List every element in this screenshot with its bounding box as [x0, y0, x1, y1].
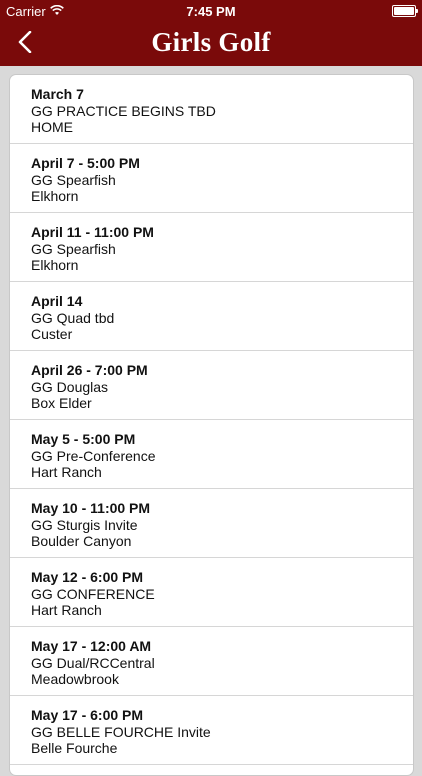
event-name: GG Douglas: [31, 378, 109, 395]
event-location: Box Elder: [31, 395, 92, 411]
event-date: May 10 - 11:00 PM: [31, 500, 151, 516]
event-date: May 17 - 6:00 PM: [31, 707, 144, 723]
list-item[interactable]: March 7 GG PRACTICE BEGINS TBD HOME: [10, 75, 413, 144]
event-name: GG Quad tbd: [31, 309, 115, 326]
navigation-bar: Girls Golf: [0, 22, 422, 66]
event-name: GG Pre-Conference: [31, 447, 156, 464]
event-name: GG PRACTICE BEGINS TBD: [31, 102, 216, 119]
list-item[interactable]: April 11 - 11:00 PM GG Spearfish Elkhorn: [10, 213, 413, 282]
list-item[interactable]: May 17 - 6:00 PM GG BELLE FOURCHE Invite B…: [10, 696, 413, 765]
event-date: April 11 - 11:00 PM: [31, 224, 154, 240]
event-date: May 17 - 12:00 AM: [31, 638, 152, 654]
list-item[interactable]: May 5 - 5:00 PM GG Pre-Conference Hart Ran…: [10, 420, 413, 489]
list-item[interactable]: May 17 - 12:00 AM GG Dual/RCCentral Meadow…: [10, 627, 413, 696]
event-name: GG BELLE FOURCHE Invite: [31, 723, 211, 740]
event-date: May 5 - 5:00 PM: [31, 431, 136, 447]
header: Carrier 7:45 PM Girls Golf: [0, 0, 422, 66]
event-location: Elkhorn: [31, 257, 79, 273]
event-date: April 7 - 5:00 PM: [31, 155, 140, 171]
event-location: Boulder Canyon: [31, 533, 132, 549]
battery-icon: [392, 4, 418, 17]
event-location: Meadowbrook: [31, 671, 119, 687]
event-location: HOME: [31, 119, 73, 135]
event-location: Belle Fourche: [31, 740, 118, 756]
event-date: April 26 - 7:00 PM: [31, 362, 148, 378]
list-item[interactable]: April 26 - 7:00 PM GG Douglas Box Elder: [10, 351, 413, 420]
status-time: 7:45 PM: [186, 4, 236, 19]
list-item[interactable]: May 10 - 11:00 PM GG Sturgis Invite Boulde…: [10, 489, 413, 558]
event-name: GG Spearfish: [31, 240, 116, 257]
event-location: Custer: [31, 326, 73, 342]
page-title: Girls Golf: [151, 27, 271, 57]
event-name: GG Dual/RCCentral: [31, 654, 155, 671]
event-location: Hart Ranch: [31, 464, 102, 480]
list-item[interactable]: April 14 GG Quad tbd Custer: [10, 282, 413, 351]
list-item[interactable]: April 7 - 5:00 PM GG Spearfish Elkhorn: [10, 144, 413, 213]
event-location: Hart Ranch: [31, 602, 102, 618]
event-name: GG Sturgis Invite: [31, 516, 138, 533]
event-location: Elkhorn: [31, 188, 79, 204]
event-date: March 7: [31, 86, 84, 102]
schedule-list[interactable]: March 7 GG PRACTICE BEGINS TBD HOME April 7…: [9, 74, 414, 776]
event-name: GG CONFERENCE: [31, 585, 155, 602]
event-name: GG Spearfish: [31, 171, 116, 188]
status-bar: Carrier 7:45 PM: [0, 0, 422, 22]
event-date: April 14: [31, 293, 83, 309]
event-date: May 12 - 6:00 PM: [31, 569, 144, 585]
list-item[interactable]: May 12 - 6:00 PM GG CONFERENCE Hart Ranch: [10, 558, 413, 627]
